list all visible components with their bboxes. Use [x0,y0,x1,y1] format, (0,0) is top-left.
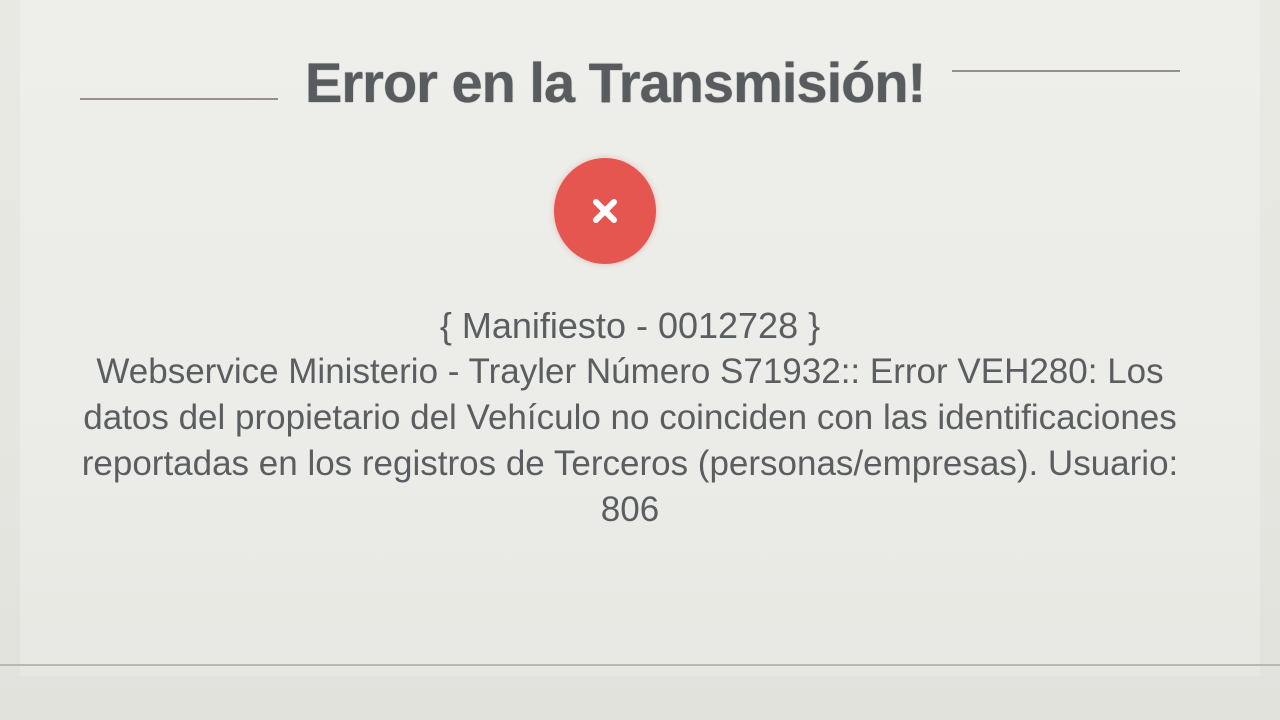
error-x-icon [554,158,656,264]
title-rule-left [80,98,278,100]
error-message: { Manifiesto - 0012728 } Webservice Mini… [40,303,1220,533]
error-description: Webservice Ministerio - Trayler Número S… [81,352,1179,529]
screen-background: Error en la Transmisión! { Manifiesto - … [0,0,1280,720]
dialog-title: Error en la Transmisión! [305,51,926,114]
dialog-footer-divider [0,664,1280,666]
close-x-glyph-icon [593,199,617,223]
manifest-number: { Manifiesto - 0012728 } [439,305,821,346]
dialog-header: Error en la Transmisión! [0,40,1280,130]
title-rule-right [952,70,1180,72]
